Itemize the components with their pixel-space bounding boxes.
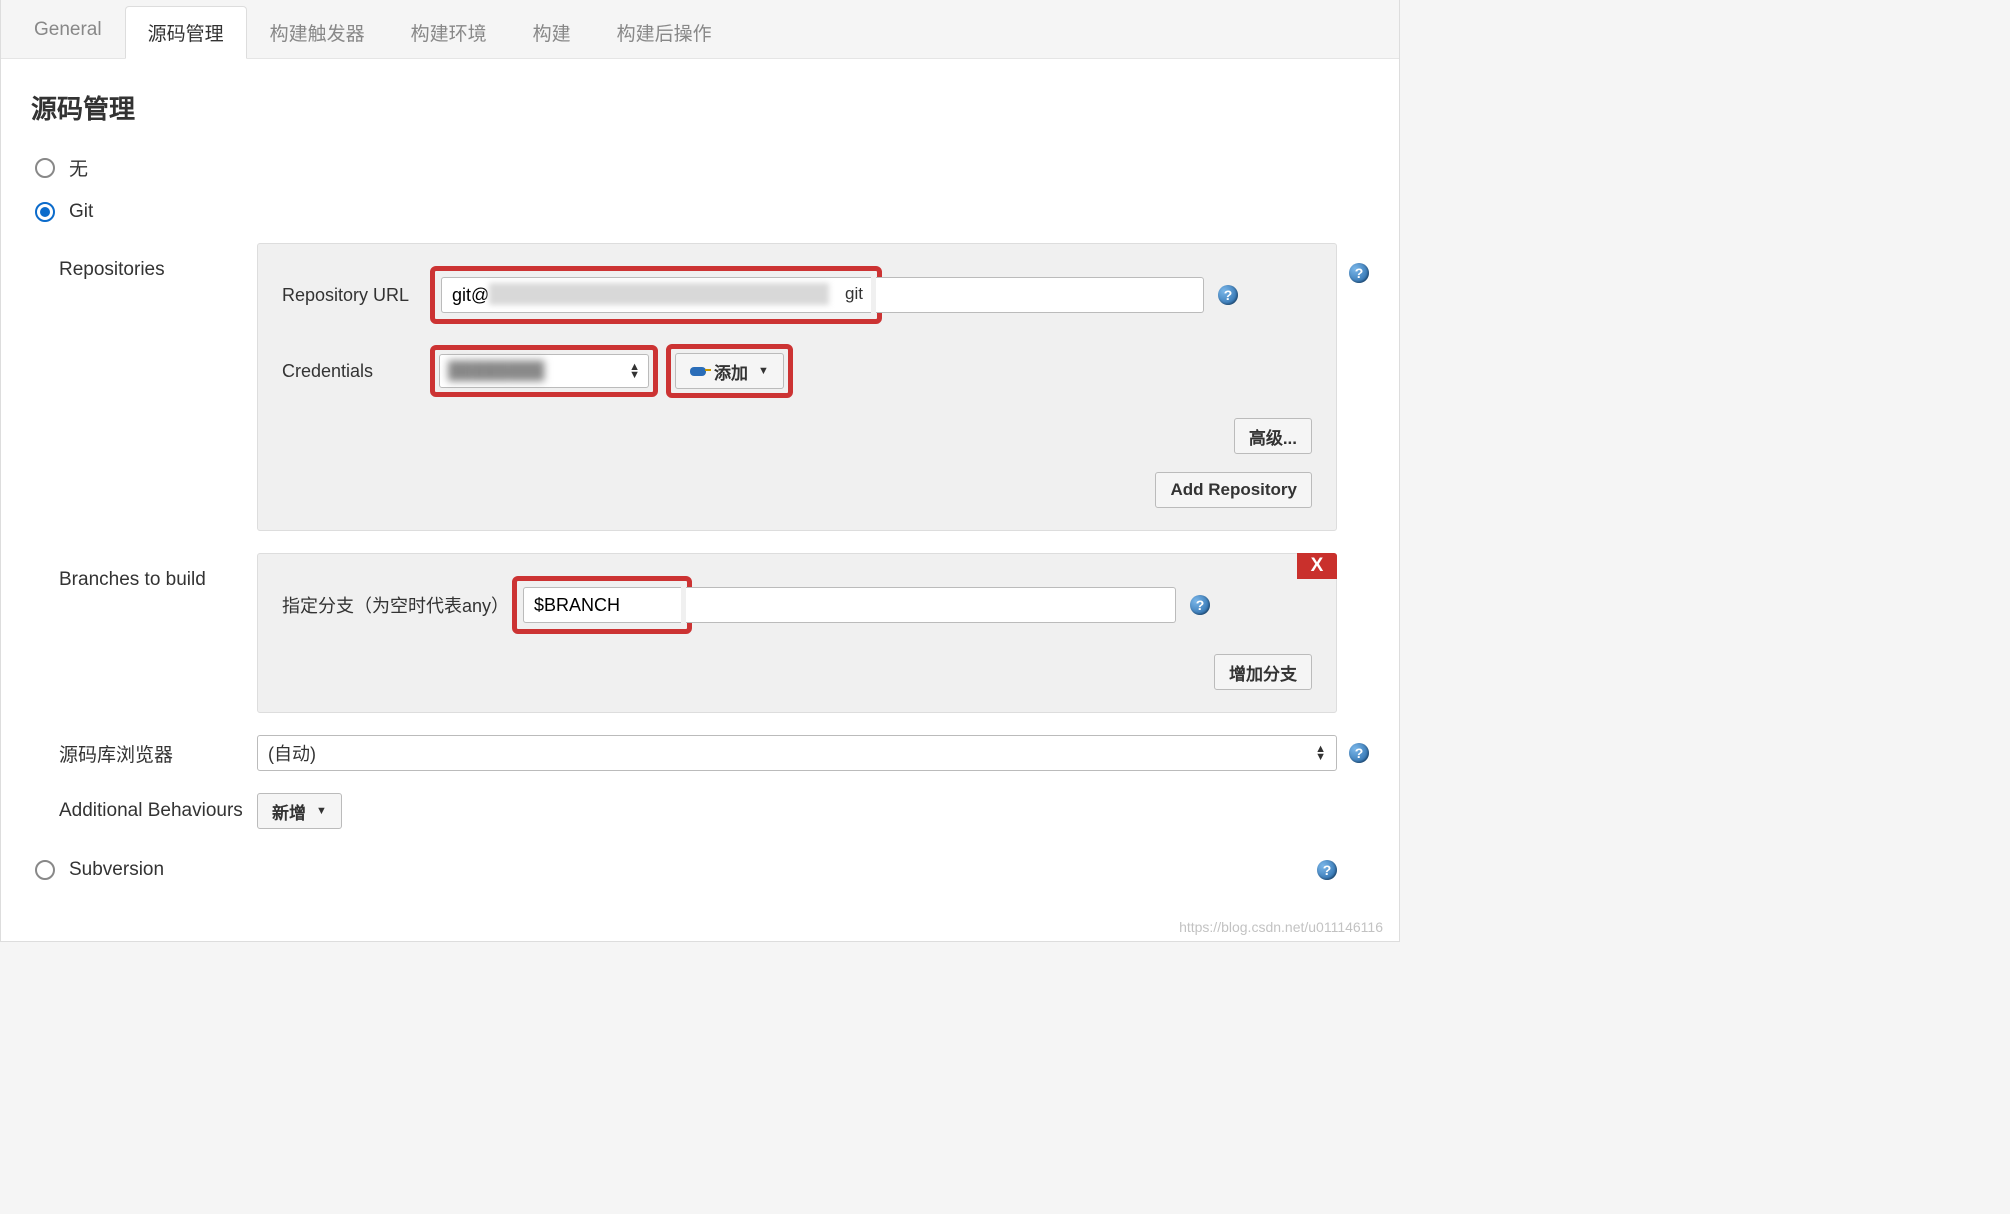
- add-behaviour-button[interactable]: 新增 ▼: [257, 793, 342, 829]
- radio-icon: [35, 202, 55, 222]
- repositories-box: Repository URL git ? C: [257, 243, 1337, 531]
- add-credentials-button[interactable]: 添加 ▼: [675, 353, 784, 389]
- tab-post-build[interactable]: 构建后操作: [594, 6, 735, 59]
- credentials-select[interactable]: ████████ ▲▼: [439, 354, 649, 388]
- tab-build[interactable]: 构建: [510, 6, 594, 59]
- tab-triggers[interactable]: 构建触发器: [247, 6, 388, 59]
- scm-none-label: 无: [69, 154, 88, 181]
- add-cred-label: 添加: [714, 359, 748, 384]
- credentials-value: ████████: [448, 361, 544, 381]
- radio-icon: [35, 158, 55, 178]
- branch-spec-label: 指定分支（为空时代表any）: [282, 592, 522, 618]
- tab-environment[interactable]: 构建环境: [388, 6, 510, 59]
- help-icon[interactable]: ?: [1349, 263, 1369, 283]
- scm-git-label: Git: [69, 201, 93, 223]
- chevron-down-icon: ▼: [316, 805, 327, 817]
- chevron-down-icon: ▼: [758, 365, 769, 377]
- repo-url-label: Repository URL: [282, 285, 442, 306]
- watermark: https://blog.csdn.net/u011146116: [1179, 919, 1383, 935]
- repo-url-input-ext[interactable]: [876, 277, 1204, 313]
- help-icon[interactable]: ?: [1218, 285, 1238, 305]
- tab-scm[interactable]: 源码管理: [125, 6, 247, 59]
- scm-svn-label: Subversion: [69, 859, 164, 881]
- add-behaviour-label: 新增: [272, 799, 306, 824]
- radio-icon: [35, 860, 55, 880]
- updown-icon: ▲▼: [629, 363, 640, 379]
- highlight-box: [512, 576, 692, 634]
- help-icon[interactable]: ?: [1349, 743, 1369, 763]
- scm-option-git[interactable]: Git: [35, 201, 1369, 223]
- repo-browser-value: (自动): [268, 740, 316, 766]
- help-icon[interactable]: ?: [1190, 595, 1210, 615]
- add-branch-button[interactable]: 增加分支: [1214, 654, 1312, 690]
- branch-input[interactable]: [523, 587, 681, 623]
- branch-input-ext[interactable]: [686, 587, 1176, 623]
- repositories-label: Repositories: [59, 243, 257, 281]
- delete-branch-button[interactable]: X: [1297, 553, 1337, 579]
- repo-browser-label: 源码库浏览器: [59, 740, 257, 767]
- updown-icon: ▲▼: [1315, 745, 1326, 761]
- repo-url-suffix: git: [845, 284, 863, 304]
- help-icon[interactable]: ?: [1317, 860, 1337, 880]
- page-title: 源码管理: [31, 89, 1369, 126]
- branches-box: X 指定分支（为空时代表any） ? 增加分支: [257, 553, 1337, 713]
- add-repository-button[interactable]: Add Repository: [1155, 472, 1312, 508]
- tab-general[interactable]: General: [11, 6, 125, 59]
- key-icon: [690, 367, 706, 376]
- credentials-label: Credentials: [282, 361, 442, 382]
- highlight-box: 添加 ▼: [666, 344, 793, 398]
- advanced-button[interactable]: 高级...: [1234, 418, 1312, 454]
- highlight-box: git: [430, 266, 882, 324]
- highlight-box: ████████ ▲▼: [430, 345, 658, 397]
- repo-browser-select[interactable]: (自动) ▲▼: [257, 735, 1337, 771]
- tabs-bar: General 源码管理 构建触发器 构建环境 构建 构建后操作: [1, 0, 1399, 59]
- scm-option-none[interactable]: 无: [35, 154, 1369, 181]
- branches-label: Branches to build: [59, 553, 257, 591]
- add-behaviours-label: Additional Behaviours: [59, 800, 257, 822]
